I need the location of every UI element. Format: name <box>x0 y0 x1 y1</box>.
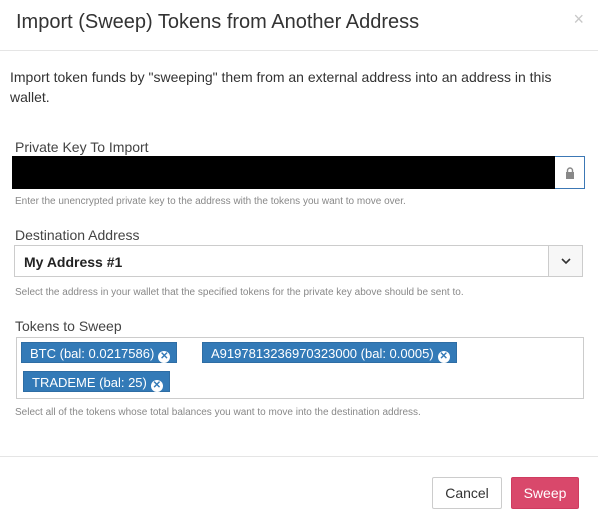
cancel-button[interactable]: Cancel <box>432 477 502 509</box>
dialog-intro: Import token funds by "sweeping" them fr… <box>10 69 552 105</box>
sweep-tokens-dialog: Import (Sweep) Tokens from Another Addre… <box>0 0 598 524</box>
sweep-button[interactable]: Sweep <box>511 477 579 509</box>
private-key-input[interactable] <box>12 156 556 189</box>
token-tag-label: BTC (bal: 0.0217586) <box>30 346 155 361</box>
destination-address-help: Select the address in your wallet that t… <box>15 287 464 298</box>
private-key-help: Enter the unencrypted private key to the… <box>15 196 406 207</box>
token-tag-label: TRADEME (bal: 25) <box>32 375 147 390</box>
token-tag-label: A9197813236970323000 (bal: 0.0005) <box>211 346 434 361</box>
token-tag: TRADEME (bal: 25) ✕ <box>23 371 170 392</box>
lock-icon <box>555 156 585 189</box>
tokens-to-sweep-label: Tokens to Sweep <box>15 318 122 334</box>
token-tag: A9197813236970323000 (bal: 0.0005) ✕ <box>202 342 457 363</box>
remove-token-icon[interactable]: ✕ <box>437 351 450 363</box>
remove-token-icon[interactable]: ✕ <box>150 380 163 392</box>
destination-address-value: My Address #1 <box>24 254 123 270</box>
remove-token-icon[interactable]: ✕ <box>158 351 171 363</box>
token-tag: BTC (bal: 0.0217586) ✕ <box>21 342 178 363</box>
dialog-header: Import (Sweep) Tokens from Another Addre… <box>0 0 598 51</box>
close-icon[interactable]: × <box>573 9 584 30</box>
dialog-title: Import (Sweep) Tokens from Another Addre… <box>16 11 420 33</box>
chevron-down-icon[interactable] <box>548 246 582 276</box>
destination-address-select[interactable]: My Address #1 <box>14 245 583 277</box>
tokens-help: Select all of the tokens whose total bal… <box>15 407 421 418</box>
tokens-multiselect[interactable]: BTC (bal: 0.0217586) ✕ A91978132369703230… <box>16 337 584 399</box>
private-key-label: Private Key To Import <box>15 139 149 155</box>
dialog-footer: Cancel Sweep <box>0 456 598 525</box>
destination-address-label: Destination Address <box>15 227 140 243</box>
